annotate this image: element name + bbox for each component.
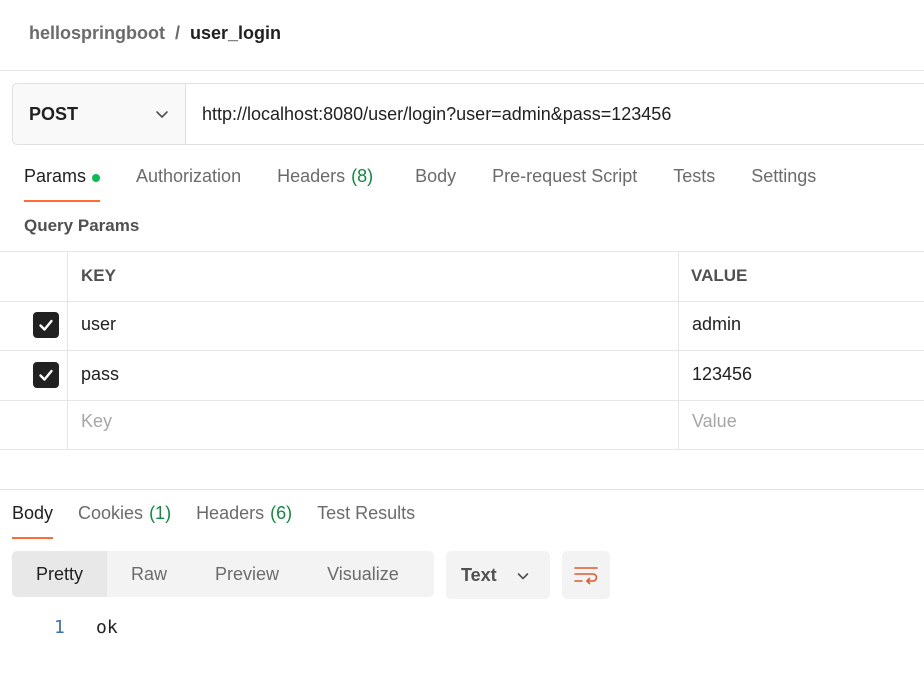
column-header-key: KEY: [81, 266, 116, 285]
param-value-cell[interactable]: admin: [692, 314, 741, 335]
url-text: http://localhost:8080/user/login?user=ad…: [202, 103, 672, 124]
request-name[interactable]: user_login: [190, 23, 281, 44]
chevron-down-icon: [517, 573, 529, 580]
tab-body[interactable]: Body: [415, 166, 456, 202]
table-row-border: [0, 400, 924, 401]
new-param-value-input[interactable]: Value: [692, 411, 737, 432]
response-tab-cookies-label: Cookies: [78, 503, 144, 523]
table-header-border: [0, 301, 924, 302]
tab-authorization[interactable]: Authorization: [136, 166, 241, 202]
chevron-down-icon: [156, 111, 168, 118]
table-row-border: [0, 350, 924, 351]
tab-params[interactable]: Params: [24, 166, 101, 202]
tab-settings-label: Settings: [751, 166, 817, 186]
tab-headers-count: (8): [351, 166, 374, 186]
response-tab-test-results[interactable]: Test Results: [317, 503, 415, 539]
format-select[interactable]: Text: [446, 551, 550, 599]
word-wrap-button[interactable]: [562, 551, 610, 599]
response-tab-headers-count: (6): [270, 503, 293, 523]
table-bottom-border: [0, 449, 924, 450]
header-divider: [0, 70, 924, 71]
param-key-cell[interactable]: pass: [81, 364, 119, 385]
breadcrumb-collection[interactable]: hellospringboot: [29, 23, 165, 44]
param-key-cell[interactable]: user: [81, 314, 116, 335]
tab-authorization-label: Authorization: [136, 166, 242, 186]
tab-settings[interactable]: Settings: [751, 166, 816, 202]
params-active-dot-icon: [92, 174, 101, 182]
param-row-checkbox[interactable]: [33, 312, 59, 338]
tab-pre-request-script[interactable]: Pre-request Script: [492, 166, 637, 202]
view-pretty-button[interactable]: Pretty: [12, 551, 108, 597]
response-tab-body[interactable]: Body: [12, 503, 54, 539]
table-column-divider: [678, 252, 679, 450]
response-divider: [0, 489, 924, 490]
tab-headers-label: Headers: [277, 166, 346, 186]
query-params-title: Query Params: [24, 216, 140, 235]
breadcrumb: hellospringboot / user_login: [29, 20, 281, 46]
check-icon: [39, 319, 53, 331]
param-row-checkbox[interactable]: [33, 362, 59, 388]
response-tab-cookies-count: (1): [149, 503, 172, 523]
response-tab-headers-label: Headers: [196, 503, 265, 523]
view-visualize-button[interactable]: Visualize: [303, 551, 423, 597]
method-select[interactable]: POST: [13, 84, 186, 144]
format-label: Text: [461, 564, 497, 585]
tab-tests-label: Tests: [673, 166, 716, 186]
tab-pre-request-script-label: Pre-request Script: [492, 166, 638, 186]
tab-headers[interactable]: Headers (8): [277, 166, 373, 202]
response-tab-test-results-label: Test Results: [317, 503, 416, 523]
response-body-line: ok: [96, 617, 118, 638]
response-tabs: Body Cookies (1) Headers (6) Test Result…: [12, 503, 440, 539]
url-input[interactable]: http://localhost:8080/user/login?user=ad…: [186, 84, 924, 144]
tab-body-label: Body: [415, 166, 457, 186]
response-tab-body-label: Body: [12, 503, 54, 523]
column-header-value: VALUE: [691, 266, 748, 285]
view-preview-button[interactable]: Preview: [191, 551, 303, 597]
new-param-key-input[interactable]: Key: [81, 411, 112, 432]
request-bar: POST http://localhost:8080/user/login?us…: [12, 83, 924, 145]
view-raw-button[interactable]: Raw: [107, 551, 191, 597]
view-mode-selector: Pretty Raw Preview Visualize: [12, 551, 434, 597]
request-tabs: Params Authorization Headers (8) Body Pr…: [24, 166, 852, 206]
check-icon: [39, 369, 53, 381]
breadcrumb-separator: /: [174, 22, 180, 43]
line-number: 1: [54, 617, 65, 638]
tab-tests[interactable]: Tests: [673, 166, 715, 202]
tab-params-label: Params: [24, 166, 87, 186]
table-column-divider: [67, 252, 68, 450]
word-wrap-icon: [574, 567, 598, 585]
response-tab-headers[interactable]: Headers (6): [196, 503, 292, 539]
method-label: POST: [29, 103, 79, 124]
param-value-cell[interactable]: 123456: [692, 364, 752, 385]
response-tab-cookies[interactable]: Cookies (1): [78, 503, 171, 539]
table-top-border: [0, 251, 924, 252]
